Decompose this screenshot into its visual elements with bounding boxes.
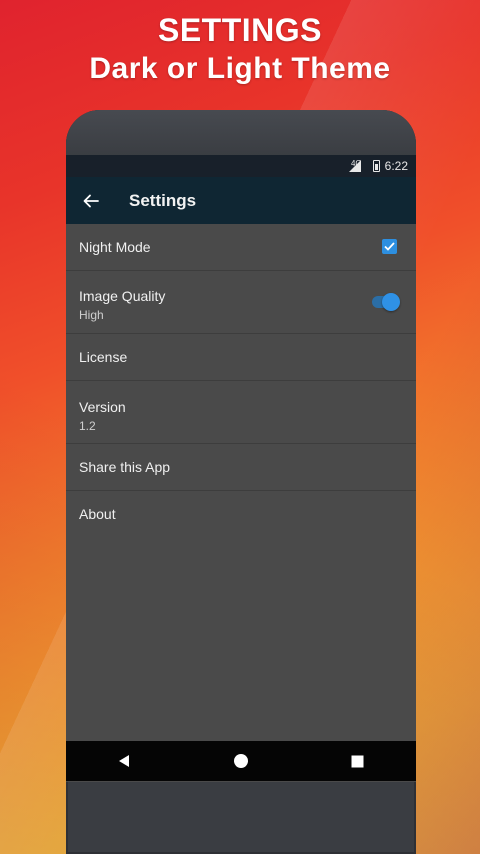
network-type: 4G xyxy=(350,158,362,168)
navigation-bar xyxy=(66,741,416,781)
switch-knob xyxy=(382,293,400,311)
setting-title: License xyxy=(79,349,128,365)
setting-title: Version xyxy=(79,399,126,415)
promo-title: SETTINGS xyxy=(157,12,322,48)
setting-title: Image Quality xyxy=(79,288,166,304)
back-triangle-icon[interactable] xyxy=(104,741,144,781)
setting-title: Night Mode xyxy=(79,239,151,255)
home-circle-icon[interactable] xyxy=(221,741,261,781)
setting-license[interactable]: License xyxy=(66,334,416,381)
page-title: Settings xyxy=(129,190,197,210)
promo-subtitle: Dark or Light Theme xyxy=(89,52,391,85)
phone-screen: 4G 6:22 Settings Night Mode Image Qualit… xyxy=(66,155,416,782)
status-time: 6:22 xyxy=(384,159,408,173)
setting-share-app[interactable]: Share this App xyxy=(66,444,416,491)
setting-title: About xyxy=(79,506,116,522)
setting-subtitle: High xyxy=(79,308,104,322)
recents-square-icon[interactable] xyxy=(338,741,378,781)
setting-night-mode[interactable]: Night Mode xyxy=(66,224,416,271)
image-quality-switch[interactable] xyxy=(370,293,400,311)
setting-title: Share this App xyxy=(79,459,171,475)
setting-image-quality[interactable]: Image Quality High xyxy=(66,271,416,334)
battery-icon xyxy=(372,160,380,172)
night-mode-checkbox[interactable] xyxy=(382,239,397,254)
setting-version[interactable]: Version 1.2 xyxy=(66,381,416,444)
setting-about[interactable]: About xyxy=(66,491,416,537)
status-bar: 4G 6:22 xyxy=(66,155,416,177)
setting-subtitle: 1.2 xyxy=(79,419,96,433)
app-bar: Settings xyxy=(66,177,416,224)
arrow-back-icon[interactable] xyxy=(68,177,114,224)
